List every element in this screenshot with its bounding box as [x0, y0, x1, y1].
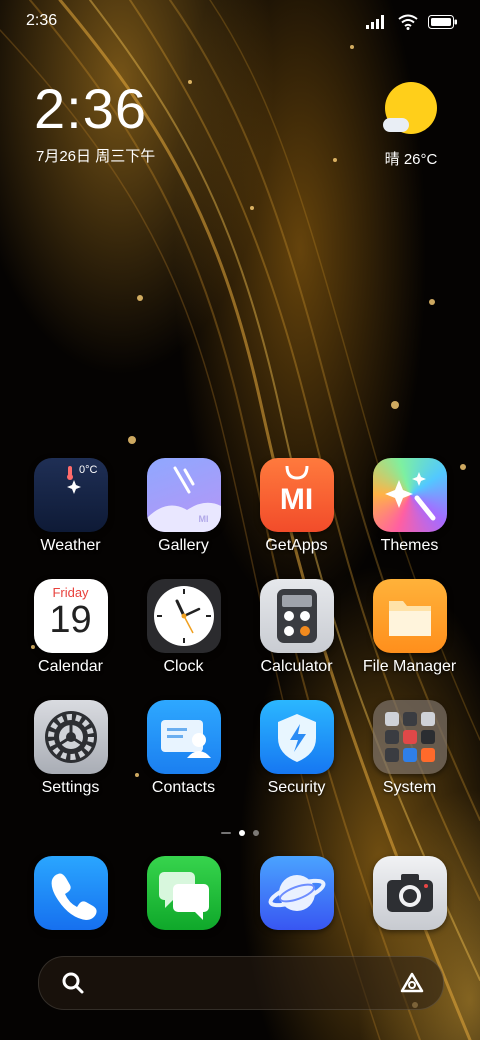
- phone-icon: [33, 856, 108, 930]
- app-calendar[interactable]: Friday 19 Calendar: [14, 579, 127, 676]
- page-dot-active[interactable]: [239, 830, 245, 836]
- app-label: Calendar: [38, 658, 103, 675]
- wifi-icon: [398, 14, 418, 35]
- themes-icon: [372, 458, 447, 532]
- app-folder-system[interactable]: System: [353, 700, 466, 797]
- sunny-icon: [383, 82, 437, 134]
- app-gallery[interactable]: MI Gallery: [127, 458, 240, 555]
- battery-icon: [428, 15, 458, 34]
- status-time: 2:36: [26, 12, 58, 29]
- app-label: Calculator: [260, 658, 333, 675]
- app-getapps[interactable]: MI GetApps: [240, 458, 353, 555]
- app-label: Clock: [163, 658, 204, 675]
- dock: [14, 856, 466, 930]
- calendar-weekday: Friday: [52, 585, 89, 600]
- home-clock-date: 7月26日 周三下午: [36, 148, 156, 165]
- gallery-mi-mark: MI: [198, 514, 209, 524]
- system-folder-icon: [372, 700, 447, 774]
- calendar-icon: Friday 19: [33, 579, 108, 653]
- app-calculator[interactable]: Calculator: [240, 579, 353, 676]
- status-bar: 2:36: [26, 12, 458, 38]
- app-label: Themes: [380, 537, 439, 554]
- app-contacts[interactable]: Contacts: [127, 700, 240, 797]
- dock-messages[interactable]: [127, 856, 240, 930]
- weather-widget[interactable]: 晴 26°C: [376, 82, 446, 169]
- contacts-icon: [146, 700, 221, 774]
- app-label: Settings: [41, 779, 100, 796]
- dock-phone[interactable]: [14, 856, 127, 930]
- calendar-date: 19: [49, 599, 92, 641]
- dock-browser[interactable]: [240, 856, 353, 930]
- home-search-bar[interactable]: [38, 956, 444, 1010]
- weather-widget-text: 晴 26°C: [384, 151, 438, 168]
- getapps-mi-mark: MI: [279, 483, 314, 516]
- app-label: Weather: [40, 537, 101, 554]
- dock-camera[interactable]: [353, 856, 466, 930]
- camera-icon: [372, 856, 447, 930]
- page-indicator[interactable]: [0, 830, 480, 836]
- messages-icon: [146, 856, 221, 930]
- gallery-icon: MI: [146, 458, 221, 532]
- getapps-icon: MI: [259, 458, 334, 532]
- weather-icon: 0°C: [33, 458, 108, 532]
- assistant-icon[interactable]: [399, 971, 425, 1000]
- search-icon[interactable]: [61, 971, 85, 1000]
- calculator-icon: [259, 579, 334, 653]
- app-grid: 0°C Weather MI Gallery MI GetApps Themes…: [14, 458, 466, 797]
- folder-icon: [372, 579, 447, 653]
- app-weather[interactable]: 0°C Weather: [14, 458, 127, 555]
- app-themes[interactable]: Themes: [353, 458, 466, 555]
- page-dot[interactable]: [253, 830, 259, 836]
- security-icon: [259, 700, 334, 774]
- weather-icon-temp: 0°C: [79, 464, 98, 476]
- page-dot[interactable]: [221, 832, 231, 834]
- app-settings[interactable]: Settings: [14, 700, 127, 797]
- app-clock[interactable]: Clock: [127, 579, 240, 676]
- app-label: System: [382, 779, 437, 796]
- browser-icon: [259, 856, 334, 930]
- settings-icon: [33, 700, 108, 774]
- app-label: Security: [267, 779, 326, 796]
- clock-icon: [146, 579, 221, 653]
- app-label: GetApps: [265, 537, 328, 554]
- app-security[interactable]: Security: [240, 700, 353, 797]
- home-clock-time[interactable]: 2:36: [34, 76, 147, 141]
- app-file-manager[interactable]: File Manager: [353, 579, 466, 676]
- signal-icon: [366, 15, 388, 34]
- app-label: File Manager: [362, 658, 457, 675]
- app-label: Gallery: [158, 537, 209, 554]
- app-label: Contacts: [151, 779, 216, 796]
